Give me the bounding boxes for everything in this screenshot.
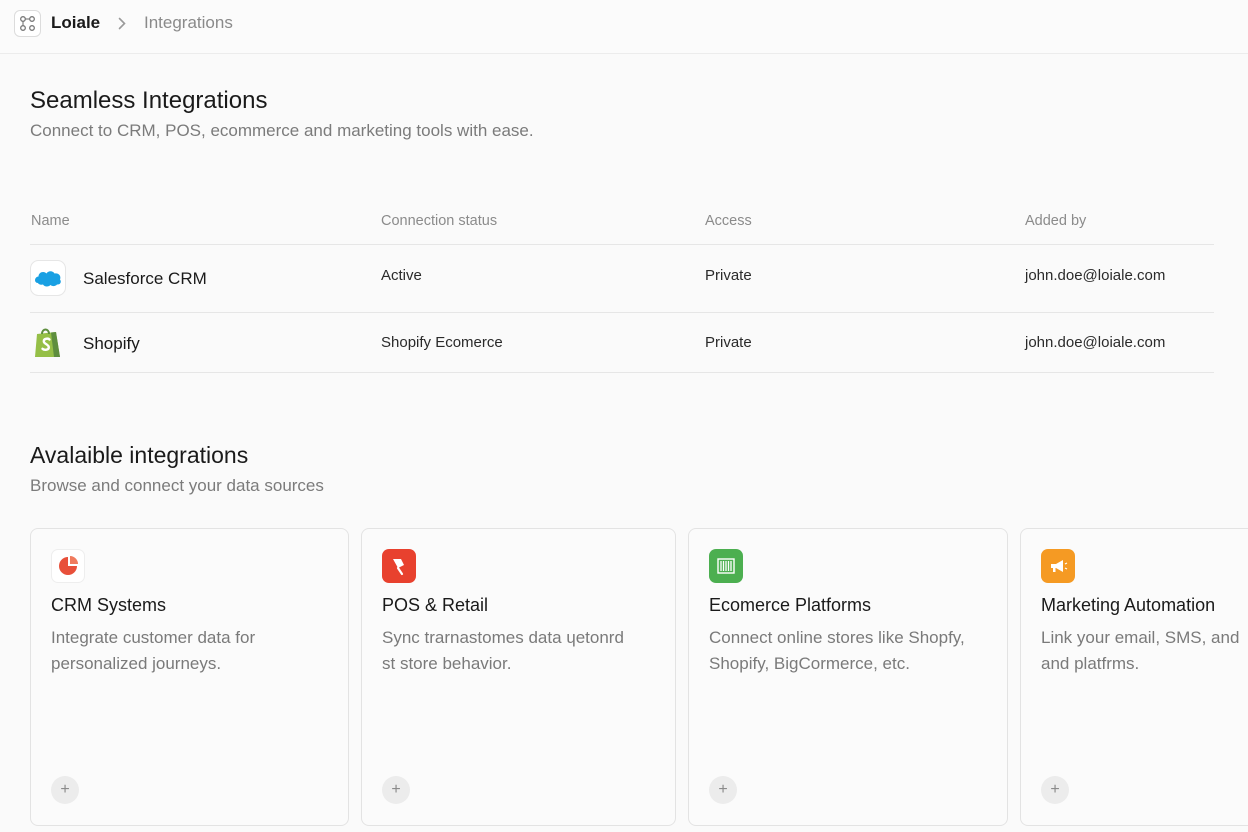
add-integration-button[interactable]: + [709, 776, 737, 804]
column-header-status[interactable]: Connection status [381, 213, 497, 229]
integration-name: Shopify [83, 334, 140, 353]
shopify-logo-icon [30, 325, 66, 361]
card-description: Sync trarnastomes data ɥetonrd st store … [382, 628, 624, 673]
integration-card-pos[interactable]: POS & Retail Sync trarnastomes data ɥeto… [361, 528, 676, 826]
pos-icon [382, 549, 416, 583]
barcode-icon [709, 549, 743, 583]
column-header-name[interactable]: Name [31, 213, 70, 229]
card-title: Ecomerce Platforms [709, 595, 872, 615]
column-header-added-by[interactable]: Added by [1025, 213, 1086, 229]
table-row[interactable]: Salesforce CRM Active Private john.doe@l… [30, 245, 1214, 313]
table-row[interactable]: Shopify Shopify Ecomerce Private john.do… [30, 313, 1214, 373]
added-by: john.doe@loiale.com [1025, 267, 1166, 284]
megaphone-icon [1041, 549, 1075, 583]
breadcrumb-root[interactable]: Loiale [51, 13, 100, 33]
workflow-icon[interactable] [14, 10, 41, 37]
card-description: Link your email, SMS, and and platfrms. [1041, 628, 1240, 673]
integration-card-marketing[interactable]: Marketing Automation Link your email, SM… [1020, 528, 1248, 826]
salesforce-logo-icon [30, 260, 66, 296]
page-subtitle: Connect to CRM, POS, ecommerce and marke… [30, 121, 534, 140]
integration-name: Salesforce CRM [83, 269, 207, 288]
breadcrumb-current: Integrations [144, 13, 233, 32]
top-bar: Loiale Integrations [0, 0, 1248, 54]
access-level: Private [705, 267, 752, 284]
add-integration-button[interactable]: + [382, 776, 410, 804]
available-title: Avalaible integrations [30, 442, 249, 468]
add-integration-button[interactable]: + [1041, 776, 1069, 804]
integrations-table: Name Connection status Access Added by S… [30, 198, 1214, 373]
integration-card-crm[interactable]: CRM Systems Integrate customer data for … [30, 528, 349, 826]
table-header: Name Connection status Access Added by [30, 198, 1214, 245]
card-description: Connect online stores like Shopfy, Shopi… [709, 628, 965, 673]
available-subtitle: Browse and connect your data sources [30, 476, 324, 495]
card-title: POS & Retail [382, 595, 489, 615]
column-header-access[interactable]: Access [705, 213, 752, 229]
access-level: Private [705, 334, 752, 351]
chevron-right-icon [116, 13, 128, 33]
add-integration-button[interactable]: + [51, 776, 79, 804]
added-by: john.doe@loiale.com [1025, 334, 1166, 351]
card-title: Marketing Automation [1041, 595, 1216, 615]
connection-status: Active [381, 267, 422, 284]
connection-status: Shopify Ecomerce [381, 334, 503, 351]
page-title: Seamless Integrations [30, 87, 268, 114]
integration-card-ecommerce[interactable]: Ecomerce Platforms Connect online stores… [688, 528, 1008, 826]
card-title: CRM Systems [51, 595, 167, 615]
card-description: Integrate customer data for personalized… [51, 628, 256, 673]
chart-icon [51, 549, 85, 583]
